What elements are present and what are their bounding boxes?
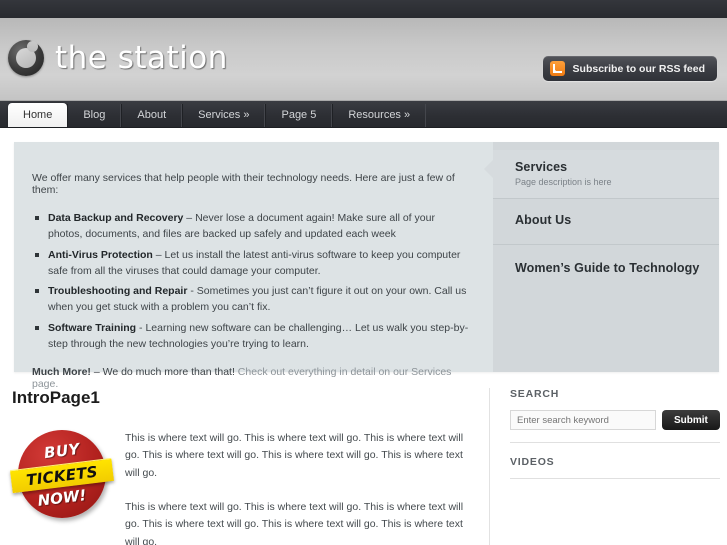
slide-tab-title: Services	[515, 160, 568, 174]
nav-item-services[interactable]: Services »	[182, 104, 266, 127]
slide-tab-womens-guide[interactable]: Women’s Guide to Technology	[493, 245, 719, 295]
nav-item-page5[interactable]: Page 5	[265, 104, 333, 127]
main-column: IntroPage1 BUY TICKETS NOW! This is wher…	[9, 388, 490, 545]
nav-item-resources[interactable]: Resources »	[332, 104, 427, 127]
nav-item-home[interactable]: Home	[8, 103, 68, 127]
ring-logo-icon	[8, 40, 44, 76]
videos-heading: VIDEOS	[510, 456, 555, 468]
buy-tickets-badge[interactable]: BUY TICKETS NOW!	[9, 430, 115, 518]
search-input[interactable]	[510, 410, 656, 430]
featured-slide-tabs: Services Page description is here About …	[484, 142, 719, 372]
featured-intro-text: We offer many services that help people …	[32, 172, 455, 196]
slide-tab-title: Women’s Guide to Technology	[515, 261, 700, 275]
slide-tab-services[interactable]: Services Page description is here	[484, 150, 719, 199]
slide-tab-title: About Us	[515, 213, 572, 227]
slide-tab-description: Page description is here	[515, 177, 612, 187]
much-more-label: Much More!	[32, 366, 91, 379]
service-term: Data Backup and Recovery	[48, 212, 184, 224]
main-text-column: This is where text will go. This is wher…	[125, 430, 475, 545]
service-term: Anti-Virus Protection	[48, 248, 153, 261]
main-body: BUY TICKETS NOW! This is where text will…	[9, 430, 475, 545]
search-submit-button[interactable]: Submit	[662, 410, 720, 430]
search-row: Submit	[510, 410, 720, 430]
much-more-text: – We do much more than that!	[90, 366, 235, 379]
page-title: IntroPage1	[12, 388, 100, 407]
search-heading: SEARCH	[510, 388, 560, 400]
top-bar	[0, 0, 727, 18]
service-term: Software Training	[48, 321, 137, 334]
sidebar-divider	[510, 442, 720, 443]
badge-column: BUY TICKETS NOW!	[9, 430, 125, 545]
main-navigation: Home Blog About Services » Page 5 Resour…	[0, 101, 727, 128]
nav-item-about[interactable]: About	[121, 104, 183, 127]
much-more-line: Much More! – We do much more than that! …	[32, 366, 471, 390]
list-item: Anti-Virus Protection – Let us install t…	[32, 247, 471, 280]
rss-subscribe-button[interactable]: Subscribe to our RSS feed	[542, 56, 717, 81]
sidebar-divider	[510, 478, 720, 479]
body-paragraph: This is where text will go. This is wher…	[125, 500, 464, 545]
list-item: Data Backup and Recovery – Never lose a …	[32, 210, 471, 243]
rss-button-label: Subscribe to our RSS feed	[572, 62, 705, 75]
services-list: Data Backup and Recovery – Never lose a …	[32, 210, 471, 352]
sidebar-column: SEARCH Submit VIDEOS	[490, 388, 720, 545]
site-logo[interactable]: the station	[8, 40, 228, 76]
site-title: the station	[55, 40, 228, 76]
list-item: Troubleshooting and Repair - Sometimes y…	[32, 283, 471, 316]
body-paragraph: This is where text will go. This is wher…	[125, 432, 464, 479]
site-header: the station Subscribe to our RSS feed	[0, 18, 727, 101]
lower-section: IntroPage1 BUY TICKETS NOW! This is wher…	[0, 388, 727, 545]
list-item: Software Training - Learning new softwar…	[32, 320, 471, 353]
featured-panel: We offer many services that help people …	[14, 142, 719, 390]
service-term: Troubleshooting and Repair	[48, 285, 188, 298]
page-body: We offer many services that help people …	[0, 128, 727, 545]
nav-item-blog[interactable]: Blog	[67, 104, 122, 127]
rss-icon	[549, 61, 565, 76]
slide-tab-about-us[interactable]: About Us	[493, 199, 719, 245]
featured-content: We offer many services that help people …	[14, 142, 493, 390]
